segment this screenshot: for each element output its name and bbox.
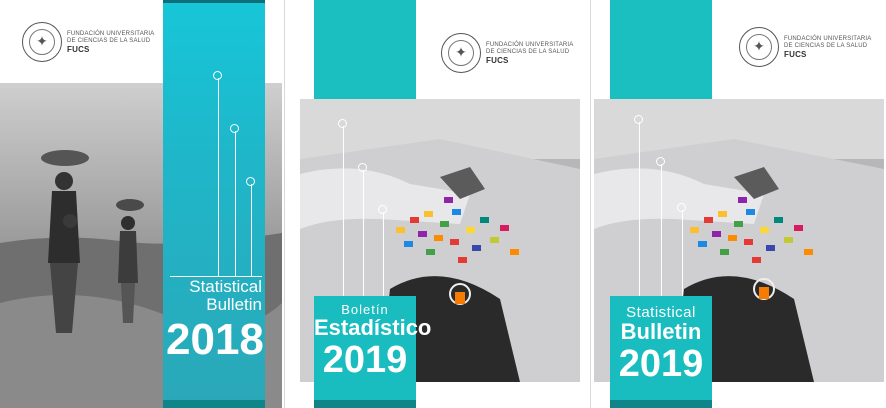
title-line2: Bulletin [620,319,702,344]
logo-line2: DE CIENCIAS DE LA SALUD [784,42,868,49]
fucs-seal-icon: ✦ [739,27,779,67]
decor-line [251,184,252,276]
bottom-accent-bar [314,400,416,408]
fucs-logo: ✦ FUNDACIÓN UNIVERSITARIA DE CIENCIAS DE… [441,33,574,73]
logo-acronym: FUCS [486,55,509,65]
decor-line [343,126,344,296]
bottom-accent-bar [163,400,265,408]
decor-dot [246,177,255,186]
decor-line [661,164,662,296]
logo-line1: FUNDACIÓN UNIVERSITARIA [784,35,872,42]
title-line1: Statistical [189,277,262,296]
logo-acronym: FUCS [784,49,807,59]
cover-year: 2018 [166,315,264,364]
title-line2: Estadístico [314,315,432,340]
decor-dot [338,119,347,128]
cover-2018-english: ✦ FUNDACIÓN UNIVERSITARIA DE CIENCIAS DE… [0,0,282,408]
decor-line [682,210,683,296]
cover-2019-english: ✦ FUNDACIÓN UNIVERSITARIA DE CIENCIAS DE… [592,0,886,408]
top-accent-bar [163,0,265,3]
decor-line [383,212,384,296]
cover-title: Statistical Bulletin [166,278,262,314]
decor-dot [656,157,665,166]
decor-line [235,131,236,276]
decor-dot [358,163,367,172]
cover-year: 2019 [618,343,704,385]
logo-line2: DE CIENCIAS DE LA SALUD [67,37,151,44]
separator [284,0,285,408]
decor-line [218,78,219,276]
decor-dot [230,124,239,133]
logo-line2: DE CIENCIAS DE LA SALUD [486,48,570,55]
decor-dot [213,71,222,80]
cover-2019-spanish: ✦ FUNDACIÓN UNIVERSITARIA DE CIENCIAS DE… [296,0,588,408]
teal-header-block [610,0,712,99]
logo-line1: FUNDACIÓN UNIVERSITARIA [67,30,155,37]
decor-line [639,122,640,296]
cover-year: 2019 [322,339,408,381]
fucs-seal-icon: ✦ [441,33,481,73]
logo-acronym: FUCS [67,44,90,54]
fucs-seal-icon: ✦ [22,22,62,62]
fucs-logo: ✦ FUNDACIÓN UNIVERSITARIA DE CIENCIAS DE… [22,22,155,62]
decor-line [363,170,364,296]
title-line2: Bulletin [206,295,262,314]
fucs-logo: ✦ FUNDACIÓN UNIVERSITARIA DE CIENCIAS DE… [739,27,872,67]
separator [590,0,591,408]
cover-title-box: Boletín Estadístico 2019 [314,296,432,400]
decor-dot [378,205,387,214]
decor-dot [677,203,686,212]
decor-dot [634,115,643,124]
teal-header-block [314,0,416,99]
logo-line1: FUNDACIÓN UNIVERSITARIA [486,41,574,48]
cover-title-box: Statistical Bulletin 2019 [610,296,712,400]
bottom-accent-bar [610,400,712,408]
